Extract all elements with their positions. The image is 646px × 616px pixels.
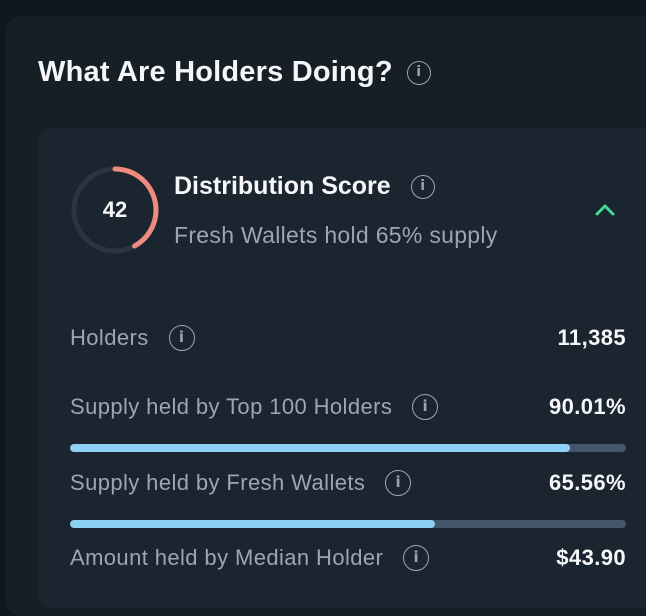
top100-progress-fill	[70, 444, 571, 452]
top100-progress-bar	[70, 444, 626, 452]
fresh-wallets-row: Supply held by Fresh Wallets i 65.56%	[70, 470, 626, 496]
fresh-wallets-progress-bar	[70, 520, 626, 528]
holders-row: Holders i 11,385	[70, 325, 626, 351]
distribution-score-title: Distribution Score i	[174, 172, 435, 201]
info-icon[interactable]: i	[412, 394, 439, 420]
median-holder-label: Amount held by Median Holder	[70, 545, 384, 570]
median-holder-value: $43.90	[556, 545, 626, 570]
distribution-score-title-text: Distribution Score	[174, 172, 391, 200]
top100-label: Supply held by Top 100 Holders	[70, 394, 393, 419]
info-icon[interactable]: i	[410, 174, 435, 199]
section-title: What Are Holders Doing? i	[38, 56, 431, 89]
top100-row: Supply held by Top 100 Holders i 90.01%	[70, 394, 626, 420]
fresh-wallets-progress-fill	[70, 520, 435, 528]
section-title-text: What Are Holders Doing?	[38, 56, 393, 88]
holders-label: Holders	[70, 325, 149, 350]
info-icon[interactable]: i	[403, 545, 430, 571]
holders-value: 11,385	[557, 325, 626, 350]
distribution-score-subtitle: Fresh Wallets hold 65% supply	[174, 222, 498, 248]
info-icon[interactable]: i	[385, 470, 412, 496]
median-holder-row: Amount held by Median Holder i $43.90	[70, 545, 626, 571]
chevron-up-icon[interactable]	[592, 200, 618, 218]
fresh-wallets-value: 65.56%	[548, 470, 626, 495]
distribution-score-value: 42	[102, 197, 128, 222]
top100-value: 90.01%	[548, 394, 626, 419]
info-icon[interactable]: i	[406, 60, 431, 85]
fresh-wallets-label: Supply held by Fresh Wallets	[70, 470, 366, 495]
info-icon[interactable]: i	[168, 325, 195, 351]
